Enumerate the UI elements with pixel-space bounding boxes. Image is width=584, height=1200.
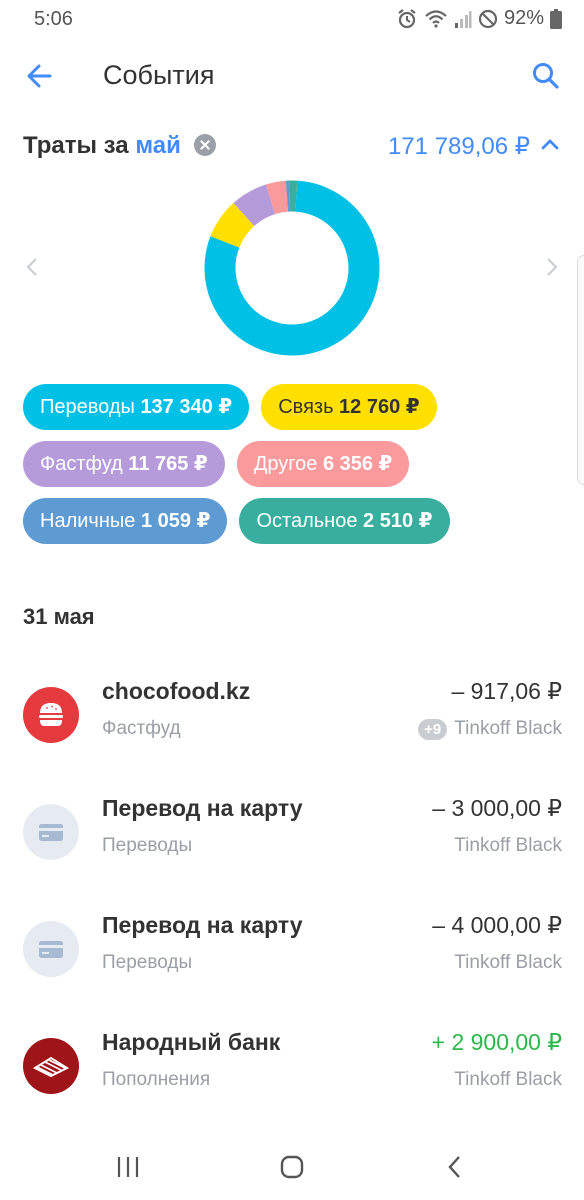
chip-transfers[interactable]: Переводы 137 340 ₽ (23, 384, 250, 430)
chip-rest[interactable]: Остальное 2 510 ₽ (239, 498, 450, 544)
chevron-left-icon[interactable] (22, 255, 42, 279)
chip-mobile[interactable]: Связь 12 760 ₽ (261, 384, 437, 430)
card-name: Tinkoff Black (454, 1069, 562, 1090)
page-title: События (103, 60, 215, 90)
status-bar: 5:06 92% (0, 0, 584, 38)
do-not-disturb-icon (478, 9, 498, 28)
wifi-icon (425, 9, 447, 28)
battery-percent: 92% (503, 7, 544, 29)
date-group-header: 31 мая (23, 604, 95, 629)
transaction-amount: – 4 000,00 ₽ (432, 912, 562, 938)
spending-chart (0, 175, 584, 360)
arrow-left-icon (27, 64, 52, 88)
transaction-category: Фастфуд (102, 718, 181, 739)
donut-slice-3 (233, 184, 276, 227)
search-button[interactable] (528, 58, 564, 94)
transaction-row[interactable]: Перевод на карту Переводы – 4 000,00 ₽ T… (0, 912, 584, 992)
transaction-row[interactable]: Перевод на карту Переводы – 3 000,00 ₽ T… (0, 795, 584, 875)
transaction-category: Пополнения (102, 1069, 211, 1090)
donut-slice-2 (210, 202, 255, 249)
spending-period-label: Траты за май (23, 132, 181, 160)
app-header: События (0, 48, 584, 104)
back-nav-icon[interactable] (444, 1153, 466, 1181)
chip-fastfood[interactable]: Фастфуд 11 765 ₽ (23, 441, 225, 487)
transaction-category: Переводы (102, 952, 193, 973)
card-name: Tinkoff Black (454, 835, 562, 856)
chip-other[interactable]: Другое 6 356 ₽ (236, 441, 410, 487)
donut-chart (204, 180, 380, 356)
card-name: Tinkoff Black (454, 952, 562, 973)
transaction-amount: + 2 900,00 ₽ (431, 1029, 562, 1055)
transaction-title: Перевод на карту (102, 912, 303, 938)
transaction-card: Tinkoff Black (454, 835, 562, 857)
transaction-amount: – 3 000,00 ₽ (432, 795, 562, 821)
chevron-up-icon[interactable] (538, 132, 562, 156)
status-time: 5:06 (34, 8, 73, 30)
transaction-row[interactable]: chocofood.kz Фастфуд – 917,06 ₽ +9 Tinko… (0, 678, 584, 758)
transaction-card: +9 Tinkoff Black (418, 718, 562, 740)
spending-total: 171 789,06 ₽ (387, 133, 530, 160)
month-selector[interactable]: май (135, 132, 181, 159)
transaction-card: Tinkoff Black (454, 952, 562, 974)
alarm-icon (398, 8, 416, 28)
transaction-card: Tinkoff Black (454, 1069, 562, 1091)
transaction-amount: – 917,06 ₽ (451, 678, 562, 704)
halyk-bank-logo (23, 1038, 79, 1094)
chevron-right-icon[interactable] (542, 255, 562, 279)
card-icon (23, 921, 79, 977)
transaction-category: Переводы (102, 835, 193, 856)
status-icons: 92% (396, 7, 562, 30)
burger-icon (23, 687, 79, 743)
related-count-badge: +9 (418, 718, 448, 740)
back-button[interactable] (22, 58, 58, 94)
card-icon (23, 804, 79, 860)
transaction-title: Перевод на карту (102, 795, 303, 821)
transaction-title: chocofood.kz (102, 678, 251, 704)
chip-cash[interactable]: Наличные 1 059 ₽ (23, 498, 228, 544)
edge-panel-handle[interactable] (577, 255, 584, 485)
home-icon[interactable] (279, 1153, 305, 1181)
spending-summary: Траты за май 171 789,06 ₽ (23, 128, 562, 164)
transaction-row[interactable]: Народный банк Пополнения + 2 900,00 ₽ Ti… (0, 1029, 584, 1109)
recent-apps-icon[interactable] (116, 1153, 140, 1181)
system-navigation-bar (0, 1134, 584, 1200)
search-icon (533, 63, 559, 89)
battery-icon (550, 8, 562, 29)
card-name: Tinkoff Black (454, 718, 562, 739)
transaction-title: Народный банк (102, 1029, 281, 1055)
spending-label-prefix: Траты за (23, 132, 129, 159)
signal-icon (454, 10, 472, 28)
donut-slice-4 (265, 180, 289, 215)
clear-filter-icon[interactable] (194, 134, 216, 156)
category-chips: Переводы 137 340 ₽ Связь 12 760 ₽ Фастфу… (23, 384, 563, 555)
